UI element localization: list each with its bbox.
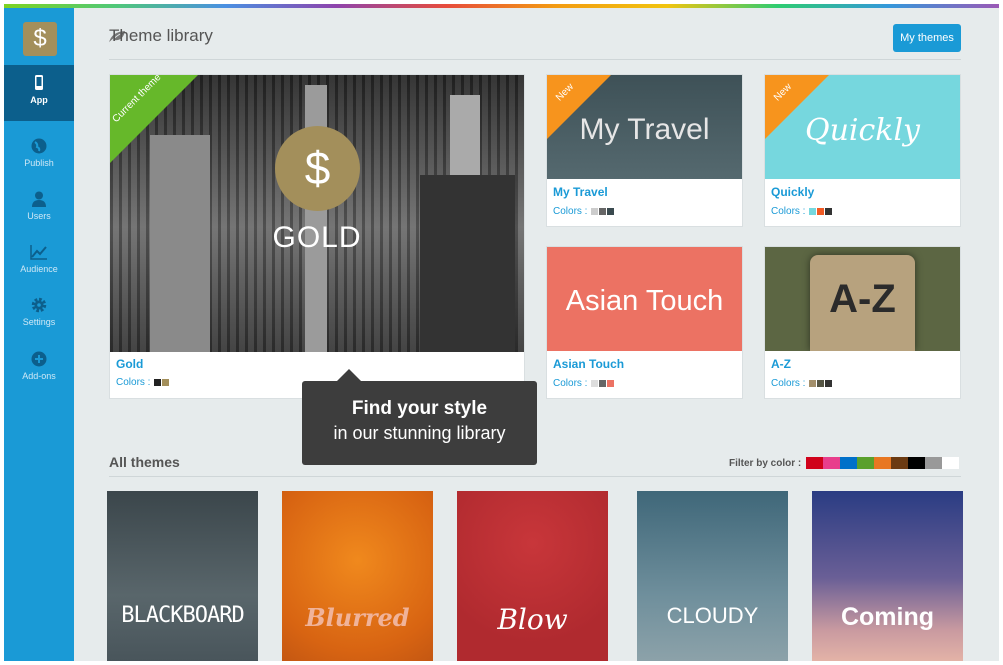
color-swatch (591, 208, 599, 215)
color-filter (806, 457, 959, 469)
colors-label: Colors : (771, 378, 806, 389)
color-swatch (825, 380, 833, 387)
theme-name[interactable]: Quickly (771, 185, 814, 199)
colors-label: Colors : (553, 206, 588, 217)
sidebar-item-audience[interactable]: Audience (4, 234, 74, 290)
theme-name[interactable]: A-Z (771, 357, 791, 371)
filter-blue[interactable] (840, 457, 857, 469)
color-swatch (817, 208, 825, 215)
theme-preview: $ GOLD Current theme (110, 75, 524, 352)
color-swatch (809, 380, 817, 387)
color-swatch (154, 379, 162, 386)
sidebar-item-addons[interactable]: Add-ons (4, 341, 74, 397)
sidebar-item-label: Publish (24, 158, 54, 168)
theme-tile-blackboard[interactable]: BLACKBOARD (107, 491, 258, 661)
theme-card-asian-touch[interactable]: Asian Touch Asian Touch Colors : (546, 246, 743, 399)
sidebar-item-publish[interactable]: Publish (4, 128, 74, 184)
colors-label: Colors : (116, 377, 151, 388)
theme-image-text: GOLD (272, 221, 362, 254)
app-window: $ App Publish Users Audience Settings Ad… (4, 4, 999, 661)
my-themes-button[interactable]: My themes (893, 24, 961, 52)
theme-tile-blurred[interactable]: Blurred (282, 491, 433, 661)
main-content: Theme library My themes $ GOLD Current t… (74, 8, 999, 661)
onboarding-tooltip: Find your style in our stunning library (302, 369, 537, 465)
sidebar: $ App Publish Users Audience Settings Ad… (4, 8, 74, 661)
colors-label: Colors : (553, 378, 588, 389)
theme-colors: Colors : (553, 206, 615, 217)
color-swatch (162, 379, 170, 386)
filter-green[interactable] (857, 457, 874, 469)
gear-icon (31, 297, 47, 313)
filter-black[interactable] (908, 457, 925, 469)
chart-icon (30, 245, 47, 260)
dollar-logo-icon[interactable]: $ (23, 22, 57, 56)
filter-pink[interactable] (823, 457, 840, 469)
sidebar-item-label: Users (27, 211, 51, 221)
theme-card-a-z[interactable]: A-Z A-Z Colors : (764, 246, 961, 399)
color-swatch (591, 380, 599, 387)
all-themes-title: All themes (109, 454, 180, 470)
theme-name[interactable]: Gold (116, 357, 143, 371)
color-swatch (607, 380, 615, 387)
sidebar-item-app[interactable]: App (4, 65, 74, 121)
tile-title: Blow (497, 603, 568, 636)
tile-title: CLOUDY (666, 603, 759, 628)
theme-tile-blow[interactable]: Blow (457, 491, 608, 661)
sidebar-item-settings[interactable]: Settings (4, 287, 74, 343)
filter-brown[interactable] (891, 457, 908, 469)
theme-image-text: A-Z (829, 277, 896, 321)
theme-preview: My Travel New (547, 75, 742, 179)
filter-white[interactable] (942, 457, 959, 469)
theme-preview: Asian Touch (547, 247, 742, 351)
filter-gray[interactable] (925, 457, 942, 469)
sidebar-item-label: App (30, 95, 48, 105)
color-swatch (607, 208, 615, 215)
theme-name[interactable]: My Travel (553, 185, 608, 199)
theme-image-text: Asian Touch (565, 285, 724, 317)
theme-name[interactable]: Asian Touch (553, 357, 624, 371)
divider (109, 59, 961, 60)
theme-colors: Colors : (771, 378, 833, 389)
user-icon (32, 191, 46, 207)
sidebar-item-label: Audience (20, 264, 58, 274)
sidebar-item-label: Settings (22, 317, 56, 327)
filter-red[interactable] (806, 457, 823, 469)
filter-orange[interactable] (874, 457, 891, 469)
color-swatch (825, 208, 833, 215)
theme-tile-coming[interactable]: Coming (812, 491, 963, 661)
theme-card-gold[interactable]: $ GOLD Current theme Gold Colors : (109, 74, 525, 399)
color-swatch (599, 208, 607, 215)
tile-title: BLACKBOARD (121, 603, 244, 628)
tile-title: Blurred (305, 603, 410, 632)
colors-label: Colors : (771, 206, 806, 217)
sidebar-item-label: Add-ons (22, 371, 56, 381)
theme-preview: A-Z (765, 247, 960, 351)
globe-icon (31, 138, 47, 154)
dollar-icon: $ (275, 126, 360, 211)
sidebar-item-users[interactable]: Users (4, 181, 74, 237)
theme-colors: Colors : (553, 378, 615, 389)
theme-tile-cloudy[interactable]: CLOUDY (637, 491, 788, 661)
color-swatch (599, 380, 607, 387)
tooltip-subtitle: in our stunning library (333, 423, 506, 443)
tooltip-title: Find your style (351, 398, 488, 419)
phone-icon (35, 75, 43, 90)
page-title: Theme library (109, 26, 213, 45)
color-swatch (817, 380, 825, 387)
theme-card-my-travel[interactable]: My Travel New My Travel Colors : (546, 74, 743, 227)
tile-title: Coming (840, 603, 935, 631)
theme-preview: Quickly New (765, 75, 960, 179)
theme-colors: Colors : (116, 377, 170, 388)
color-swatch (809, 208, 817, 215)
divider (109, 476, 961, 477)
theme-colors: Colors : (771, 206, 833, 217)
theme-card-quickly[interactable]: Quickly New Quickly Colors : (764, 74, 961, 227)
filter-label: Filter by color : (729, 458, 802, 469)
plus-circle-icon (31, 351, 47, 367)
